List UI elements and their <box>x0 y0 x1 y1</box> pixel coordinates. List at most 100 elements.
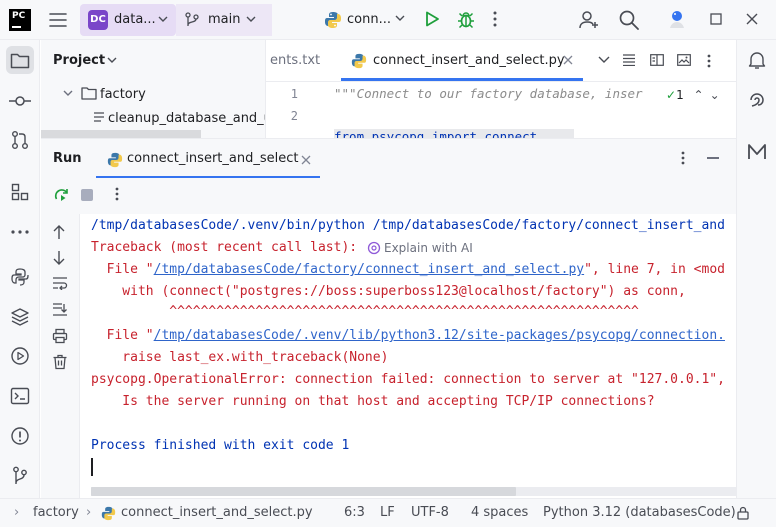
breadcrumb-chevron-icon: › <box>86 505 92 520</box>
terminal-icon[interactable] <box>6 382 34 410</box>
close-tab-icon[interactable] <box>563 55 573 65</box>
caret-position[interactable]: 6:3 <box>344 505 365 520</box>
indentation[interactable]: 4 spaces <box>471 505 528 520</box>
notifications-icon[interactable] <box>743 46 771 74</box>
more-actions-icon[interactable] <box>707 54 711 68</box>
markdown-icon[interactable] <box>743 138 771 166</box>
trash-icon[interactable] <box>52 354 68 370</box>
lines-icon[interactable] <box>622 54 636 66</box>
chevron-down-icon <box>158 15 168 23</box>
right-tool-stripe <box>736 40 776 498</box>
arrow-up-icon[interactable] <box>52 224 66 240</box>
vcs-branch-widget[interactable]: main <box>176 4 272 36</box>
console-text: ", line 7, in <mod <box>584 262 725 277</box>
horizontal-scrollbar[interactable] <box>41 130 201 138</box>
line-separator[interactable]: LF <box>380 505 395 520</box>
more-actions-icon[interactable] <box>492 10 498 28</box>
chevron-down-icon[interactable] <box>598 55 610 63</box>
chevron-down-icon[interactable] <box>63 89 73 97</box>
status-bar: › factory › connect_insert_and_select.py… <box>0 498 776 527</box>
python-icon <box>107 152 123 168</box>
main-menu-icon[interactable] <box>48 10 68 30</box>
scroll-to-end-icon[interactable] <box>52 302 68 316</box>
breadcrumb-file[interactable]: connect_insert_and_select.py <box>121 505 313 520</box>
soft-wrap-icon[interactable] <box>52 276 68 290</box>
console-line: /tmp/databasesCode/.venv/bin/python /tmp… <box>91 218 725 233</box>
tab-connect-insert-and-select[interactable]: connect_insert_and_select.py <box>373 53 565 68</box>
console-line: raise last_ex.with_traceback(None) <box>91 350 389 365</box>
more-actions-icon[interactable] <box>681 151 685 165</box>
more-actions-icon[interactable] <box>115 187 119 201</box>
rerun-icon[interactable] <box>53 187 71 205</box>
run-configuration-selector[interactable]: conn... <box>347 12 391 27</box>
structure-icon[interactable] <box>6 178 34 206</box>
project-widget[interactable]: DC data... <box>80 4 176 36</box>
code-line[interactable]: from psycopg import connect <box>334 129 574 138</box>
code-line[interactable]: """Connect to our factory database, inse… <box>334 86 643 101</box>
console-file-link[interactable]: /tmp/databasesCode/factory/connect_inser… <box>154 262 584 277</box>
chevron-down-icon[interactable] <box>395 14 405 22</box>
active-tab-indicator <box>341 78 583 81</box>
split-view-icon[interactable] <box>650 54 664 66</box>
breadcrumb-folder[interactable]: factory <box>33 505 79 520</box>
folder-icon <box>81 86 97 100</box>
services-icon[interactable] <box>6 342 34 370</box>
console-caret <box>91 458 93 476</box>
python-packages-icon[interactable] <box>6 303 34 331</box>
ai-assistant-icon[interactable] <box>666 8 688 30</box>
tree-item-file[interactable]: cleanup_database_and_us <box>108 111 265 126</box>
project-tool-icon[interactable] <box>6 46 34 74</box>
app-logo[interactable]: PC <box>9 9 31 31</box>
run-tab[interactable]: connect_insert_and_select <box>127 151 298 166</box>
console-text: File " <box>91 328 154 343</box>
run-button[interactable] <box>423 10 441 28</box>
console-line: File "/tmp/databasesCode/factory/connect… <box>91 262 725 278</box>
more-tools-icon[interactable] <box>6 218 34 246</box>
debug-button[interactable] <box>456 10 476 30</box>
run-side-toolbar <box>41 214 80 498</box>
chevron-down-icon <box>246 15 256 23</box>
run-console[interactable]: /tmp/databasesCode/.venv/bin/python /tmp… <box>81 214 736 498</box>
close-window-icon[interactable] <box>745 12 759 26</box>
editor-tab-bar: ents.txt connect_insert_and_select.py <box>266 40 736 82</box>
python-interpreter[interactable]: Python 3.12 (databasesCode) <box>543 505 736 520</box>
python-console-icon[interactable] <box>6 263 34 291</box>
file-encoding[interactable]: UTF-8 <box>411 505 449 520</box>
inspection-count: 1 <box>676 88 684 102</box>
explain-with-ai-link[interactable]: Explain with AI <box>367 241 473 255</box>
hide-panel-icon[interactable] <box>707 157 719 159</box>
maximize-window-icon[interactable] <box>709 12 723 26</box>
add-user-icon[interactable] <box>578 9 600 31</box>
breadcrumb-chevron-icon: › <box>14 505 20 520</box>
tab-requirements[interactable]: ents.txt <box>270 53 320 68</box>
line-number: 2 <box>290 109 298 123</box>
project-panel-title[interactable]: Project <box>53 53 105 68</box>
problems-icon[interactable] <box>6 422 34 450</box>
close-tab-icon[interactable] <box>301 155 311 165</box>
arrow-down-icon[interactable] <box>52 250 66 266</box>
lock-icon[interactable] <box>736 506 750 520</box>
explain-with-ai-label: Explain with AI <box>384 241 473 255</box>
tree-item-factory[interactable]: factory <box>100 87 146 102</box>
inspection-widget[interactable]: ✓1 ⌃ ⌄ <box>666 88 720 102</box>
pull-requests-icon[interactable] <box>6 126 34 154</box>
git-icon[interactable] <box>6 462 34 490</box>
console-line: psycopg.OperationalError: connection fai… <box>91 372 725 387</box>
run-tool-title: Run <box>53 151 82 166</box>
console-file-link[interactable]: /tmp/databasesCode/.venv/lib/python3.12/… <box>154 328 725 343</box>
search-icon[interactable] <box>618 9 640 31</box>
console-line: File "/tmp/databasesCode/.venv/lib/pytho… <box>91 328 725 344</box>
app-logo-text: PC <box>12 11 26 21</box>
project-panel: Project factory cleanup_database_and_us <box>41 40 266 138</box>
chevron-down-icon[interactable] <box>107 56 117 64</box>
commit-tool-icon[interactable] <box>6 87 34 115</box>
ai-chat-icon[interactable] <box>743 86 771 114</box>
preview-icon[interactable] <box>677 54 691 66</box>
console-line: Process finished with exit code 1 <box>91 438 350 453</box>
console-text: File " <box>91 262 154 277</box>
print-icon[interactable] <box>52 328 68 344</box>
horizontal-scrollbar[interactable] <box>91 487 516 496</box>
console-line: with (connect("postgres://boss:superboss… <box>91 284 686 299</box>
line-gutter: 1 2 <box>266 82 328 138</box>
stop-icon[interactable] <box>81 189 93 201</box>
